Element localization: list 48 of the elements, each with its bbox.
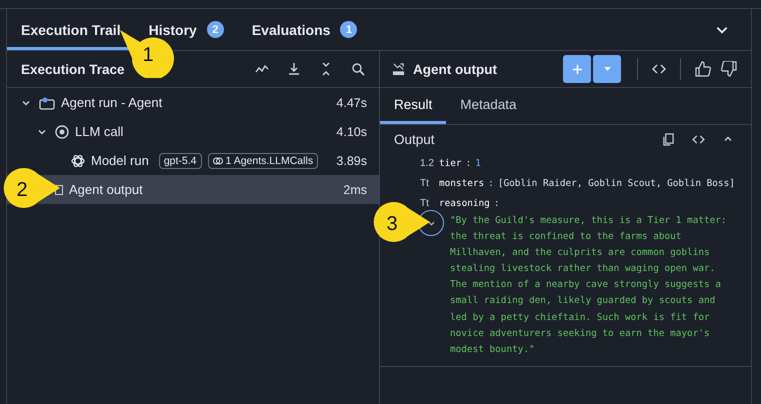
knot-icon xyxy=(71,154,85,168)
link-icon xyxy=(212,156,223,164)
document-icon xyxy=(55,184,63,194)
node-label: Agent output xyxy=(69,182,143,197)
caret-icon xyxy=(604,67,610,71)
node-label: LLM call xyxy=(75,124,124,139)
tree-row[interactable]: LLM call 4.10s xyxy=(7,117,379,146)
panel-title: Agent output xyxy=(413,62,497,76)
field-value: [Goblin Raider, Goblin Scout, Goblin Boss] xyxy=(498,178,735,188)
tag-label: 1 Agents.LLMCalls xyxy=(226,154,314,166)
tab[interactable]: Metadata xyxy=(446,88,531,124)
code-icon[interactable] xyxy=(692,134,705,144)
duration: 2ms xyxy=(343,182,367,196)
duration: 3.89s xyxy=(336,154,367,168)
colon: : xyxy=(466,158,472,168)
target-icon xyxy=(55,124,69,138)
type-label: 1.2 xyxy=(420,158,435,168)
field-value: 1 xyxy=(475,158,481,168)
panel-title: Execution Trace xyxy=(21,62,125,76)
node-label: Model run xyxy=(91,153,149,168)
duration: 4.47s xyxy=(336,96,367,110)
tree-row[interactable]: Model run gpt-5.4 1 Agents.LLMCalls 3.89s xyxy=(7,146,379,175)
download-icon[interactable] xyxy=(287,62,301,76)
llm-icon xyxy=(392,62,405,76)
colon: : xyxy=(494,198,500,208)
tab[interactable]: Evaluations 1 xyxy=(238,9,372,50)
agent-icon xyxy=(39,96,55,110)
type-label: Tt xyxy=(420,198,430,208)
tag-label: gpt-5.4 xyxy=(164,154,197,166)
count-badge: 1 xyxy=(340,21,358,38)
field-key: reasoning xyxy=(439,198,490,208)
field-key: tier xyxy=(439,158,462,168)
node-label: Agent run - Agent xyxy=(61,95,162,110)
code-icon[interactable] xyxy=(652,64,666,74)
duration: 4.10s xyxy=(336,124,367,138)
plus-icon xyxy=(572,64,582,74)
thumbs-up-icon[interactable] xyxy=(695,61,711,77)
count-badge: 2 xyxy=(206,21,224,38)
type-label: Tt xyxy=(420,178,430,188)
colon: : xyxy=(488,178,494,188)
field-key: monsters xyxy=(439,178,484,188)
search-icon[interactable] xyxy=(351,62,365,76)
field-value: "By the Guild's measure, this is a Tier 1 matter: the threat is confined to the farms about Millhaven, and the culprits are common goblins stealing livestock rather than waging open war. The mention of a nearby cave strongly suggests a small raiding den, likely guarded by scouts and led by a petty chieftain. Such work is fit for novice adventurers seeking to earn the mayor's modest bounty." xyxy=(450,214,728,357)
section-title: Output xyxy=(394,132,435,146)
thumbs-down-icon[interactable] xyxy=(721,61,737,77)
copy-icon[interactable] xyxy=(663,132,674,146)
tab[interactable]: Result xyxy=(380,88,446,124)
tree-row[interactable]: Agent run - Agent 4.47s xyxy=(7,88,379,117)
